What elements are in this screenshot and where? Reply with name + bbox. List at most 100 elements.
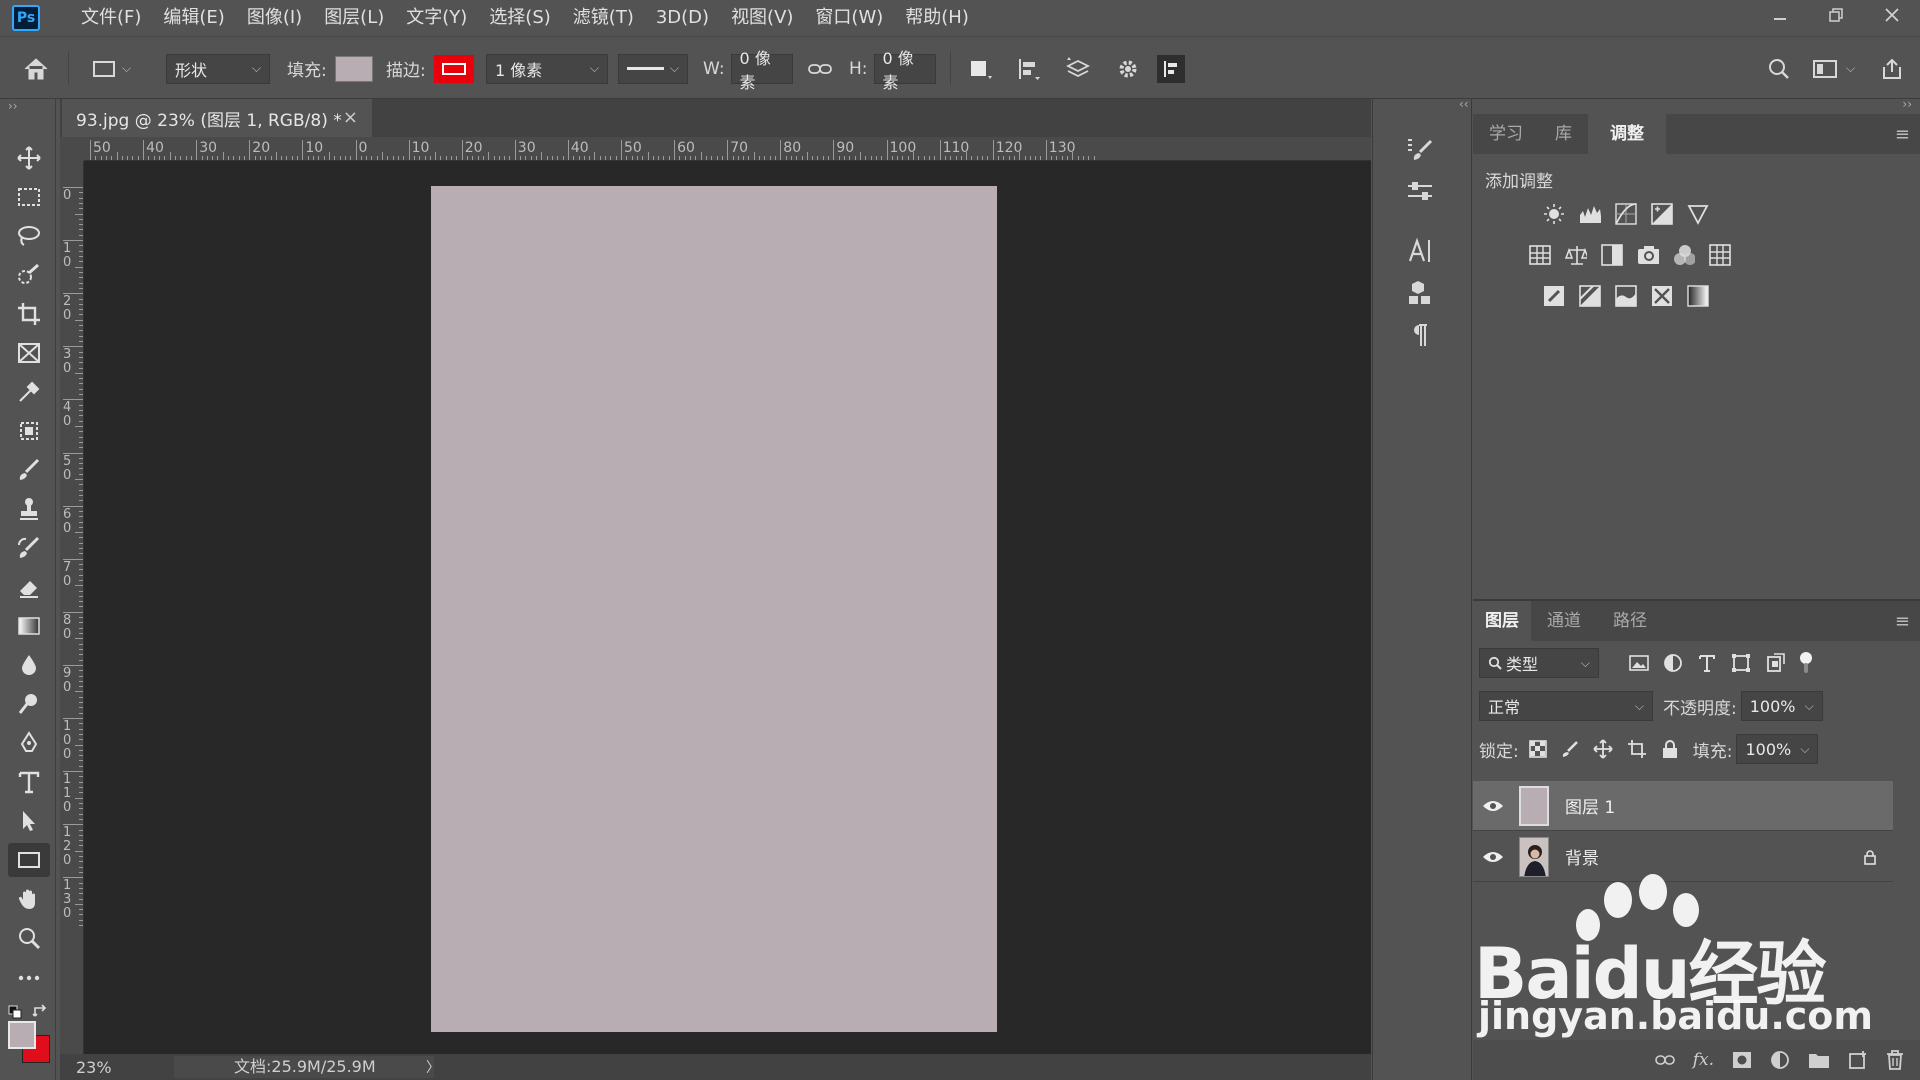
menu-window[interactable]: 窗口(W) [804,0,894,36]
properties-panel-button[interactable] [1395,173,1445,209]
zoom-level[interactable]: 23% [60,1058,130,1077]
path-arrangement-button[interactable] [1064,37,1092,100]
brightness-contrast-icon[interactable] [1543,203,1565,225]
black-white-icon[interactable] [1601,244,1623,266]
fill-opacity-field[interactable]: 100% ⌵ [1736,734,1819,764]
gradient-tool[interactable] [8,609,50,643]
new-layer-icon[interactable] [1848,1050,1868,1070]
levels-icon[interactable] [1579,203,1601,225]
gradient-map-icon[interactable] [1687,285,1709,307]
filter-adjustment-layers-icon[interactable] [1663,653,1683,673]
panel-menu-icon[interactable]: ≡ [1895,611,1910,632]
layer-visibility-toggle[interactable] [1473,850,1513,864]
panel-menu-icon[interactable]: ≡ [1895,124,1910,145]
layer-visibility-toggle[interactable] [1473,799,1513,813]
invert-icon[interactable] [1543,285,1565,307]
crop-tool[interactable] [8,297,50,331]
exposure-icon[interactable] [1651,203,1673,225]
restore-button[interactable] [1808,0,1864,30]
type-tool[interactable] [8,765,50,799]
filter-toggle-icon[interactable] [1799,651,1813,675]
blend-mode-select[interactable]: 正常 ⌵ [1479,691,1653,721]
delete-layer-trash-icon[interactable] [1886,1050,1904,1070]
menu-edit[interactable]: 编辑(E) [152,0,235,36]
minimize-button[interactable] [1752,0,1808,30]
tool-mode-select[interactable]: 形状 ⌵ [166,53,270,84]
filter-type-layers-icon[interactable] [1697,653,1717,673]
tab-adjustments[interactable]: 调整 [1588,114,1666,154]
quick-selection-tool[interactable] [8,258,50,292]
document-canvas[interactable] [431,186,997,1032]
eyedropper-tool[interactable] [8,375,50,409]
collapse-dock-icon[interactable]: ›› [1902,97,1912,111]
vertical-ruler[interactable]: 0 10 20 30 40 50 60 70 80 90 100 110 120 130 [60,161,84,1054]
menu-help[interactable]: 帮助(H) [894,0,980,36]
clone-stamp-tool[interactable] [8,492,50,526]
threshold-icon[interactable] [1615,285,1637,307]
horizontal-ruler[interactable]: 50 40 30 20 10 0 10 20 30 40 50 60 70 80 90 100 110 120 13… [84,137,1371,161]
fill-color-swatch[interactable] [334,55,373,82]
stroke-color-swatch[interactable] [433,54,474,83]
brush-tool[interactable] [8,453,50,487]
path-selection-tool[interactable] [8,804,50,838]
spot-healing-tool[interactable] [8,414,50,448]
zoom-tool[interactable] [8,921,50,955]
dodge-tool[interactable] [8,687,50,721]
filter-smart-objects-icon[interactable] [1765,653,1785,673]
rectangle-tool[interactable] [8,843,50,877]
default-colors-button[interactable] [8,1005,22,1019]
selective-color-icon[interactable] [1651,285,1673,307]
layer-filter-select[interactable]: 类型 ⌵ [1479,648,1599,678]
home-button[interactable] [22,37,50,100]
eraser-tool[interactable] [8,570,50,604]
history-brush-tool[interactable] [8,531,50,565]
tab-libraries[interactable]: 库 [1539,114,1588,154]
menu-3d[interactable]: 3D(D) [645,0,720,36]
hand-tool[interactable] [8,882,50,916]
stroke-type-select[interactable]: ⌵ [618,53,688,84]
character-panel-button[interactable] [1395,233,1445,269]
tab-channels[interactable]: 通道 [1531,601,1597,641]
tab-paths[interactable]: 路径 [1597,601,1663,641]
document-tab[interactable]: 93.jpg @ 23% (图层 1, RGB/8) * × [62,99,372,137]
collapse-strip-icon[interactable]: ‹‹ [1459,97,1469,111]
lock-position-icon[interactable] [1593,739,1613,759]
lock-image-pixels-icon[interactable] [1561,740,1579,758]
curves-icon[interactable] [1615,203,1637,225]
menu-layer[interactable]: 图层(L) [313,0,395,36]
pen-tool[interactable] [8,726,50,760]
width-field[interactable]: 0 像素 [730,49,793,92]
menu-filter[interactable]: 滤镜(T) [562,0,645,36]
menu-type[interactable]: 文字(Y) [395,0,478,36]
hue-saturation-icon[interactable] [1529,244,1551,266]
layer-row-layer1[interactable]: 图层 1 [1473,781,1893,831]
opacity-field[interactable]: 100% ⌵ [1740,691,1823,721]
workspace-button[interactable]: ⌵ [1812,37,1855,100]
link-dimensions-button[interactable] [808,37,832,100]
posterize-icon[interactable] [1579,285,1601,307]
close-tab-icon[interactable]: × [343,107,358,128]
lock-all-icon[interactable] [1661,739,1679,759]
menu-select[interactable]: 选择(S) [478,0,561,36]
paragraph-panel-button[interactable] [1395,317,1445,353]
brush-settings-panel-button[interactable] [1395,131,1445,167]
glyphs-panel-button[interactable] [1395,275,1445,311]
frame-tool[interactable] [8,336,50,370]
move-tool[interactable] [8,141,50,175]
lock-artboard-icon[interactable] [1627,739,1647,759]
align-edges-button[interactable] [1157,37,1185,100]
layer-name[interactable]: 背景 [1565,844,1599,869]
settings-button[interactable] [1116,37,1140,100]
color-balance-icon[interactable] [1565,244,1587,266]
channel-mixer-icon[interactable] [1673,244,1695,266]
filter-pixel-layers-icon[interactable] [1629,654,1649,672]
lasso-tool[interactable] [8,219,50,253]
expand-panel-icon[interactable]: ›› [8,99,18,113]
tool-preset-picker[interactable]: ⌵ [92,37,131,100]
marquee-tool[interactable] [8,180,50,214]
status-menu-arrow[interactable]: 〉 [426,1057,440,1077]
lock-transparent-pixels-icon[interactable] [1528,740,1547,758]
close-window-button[interactable] [1864,0,1920,30]
share-button[interactable] [1880,37,1904,100]
tab-learn[interactable]: 学习 [1473,114,1539,154]
